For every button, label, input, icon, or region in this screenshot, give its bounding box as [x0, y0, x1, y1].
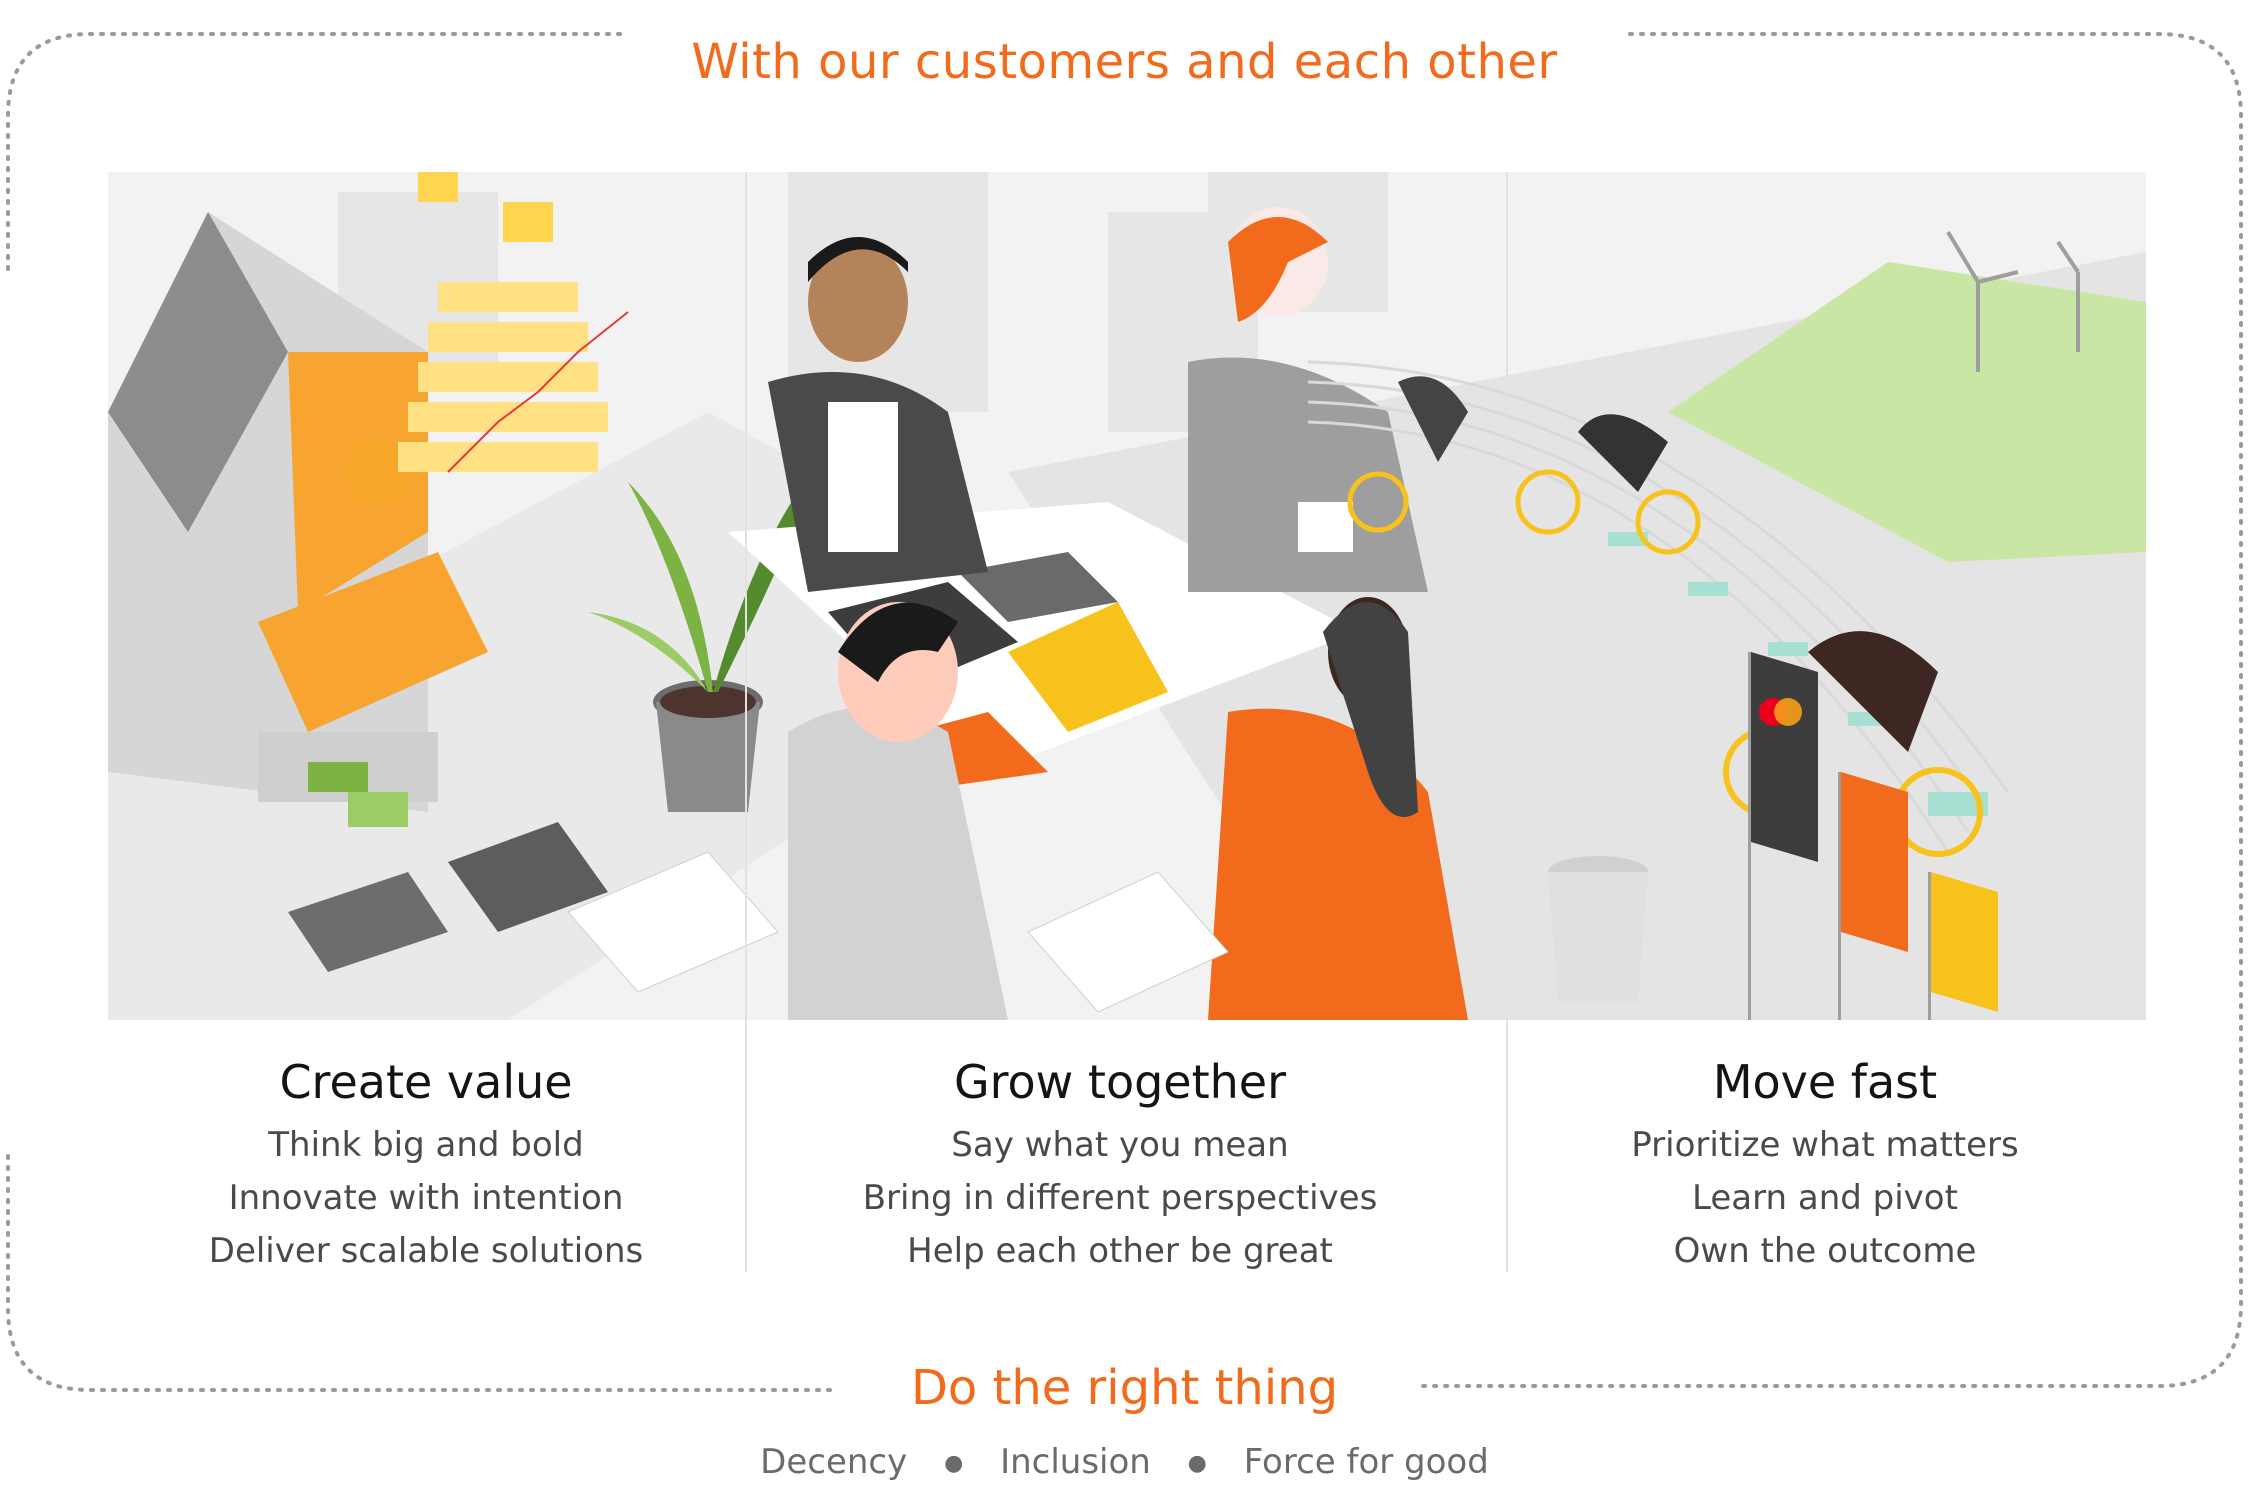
column-item: Prioritize what matters: [1631, 1125, 2019, 1165]
column-heading: Create value: [279, 1055, 573, 1109]
column-move-fast: Move fast Prioritize what matters Learn …: [1475, 1055, 2175, 1278]
principle-item: Decency: [760, 1442, 908, 1482]
principle-item: Force for good: [1243, 1442, 1489, 1482]
bullet-separator: ●: [944, 1451, 964, 1476]
column-item: Own the outcome: [1673, 1231, 1977, 1271]
illustration: [108, 172, 2146, 1020]
bullet-separator: ●: [1187, 1451, 1207, 1476]
column-heading: Grow together: [953, 1055, 1287, 1109]
recycle-bin: [1548, 856, 1648, 1002]
column-item: Bring in different perspectives: [862, 1178, 1378, 1218]
column-item: Help each other be great: [907, 1231, 1333, 1271]
column-item: Say what you mean: [951, 1125, 1289, 1165]
column-item: Learn and pivot: [1692, 1178, 1958, 1218]
top-title: With our customers and each other: [691, 34, 1558, 91]
column-create-value: Create value Think big and bold Innovate…: [76, 1055, 776, 1278]
bottom-title: Do the right thing: [910, 1360, 1339, 1416]
column-heading: Move fast: [1712, 1055, 1938, 1109]
column-item: Innovate with intention: [228, 1178, 624, 1218]
principle-item: Inclusion: [1000, 1442, 1151, 1482]
column-item: Think big and bold: [268, 1125, 584, 1165]
column-grow-together: Grow together Say what you mean Bring in…: [770, 1055, 1470, 1278]
principles-row: Decency ● Inclusion ● Force for good: [0, 1442, 2249, 1482]
column-item: Deliver scalable solutions: [208, 1231, 644, 1271]
